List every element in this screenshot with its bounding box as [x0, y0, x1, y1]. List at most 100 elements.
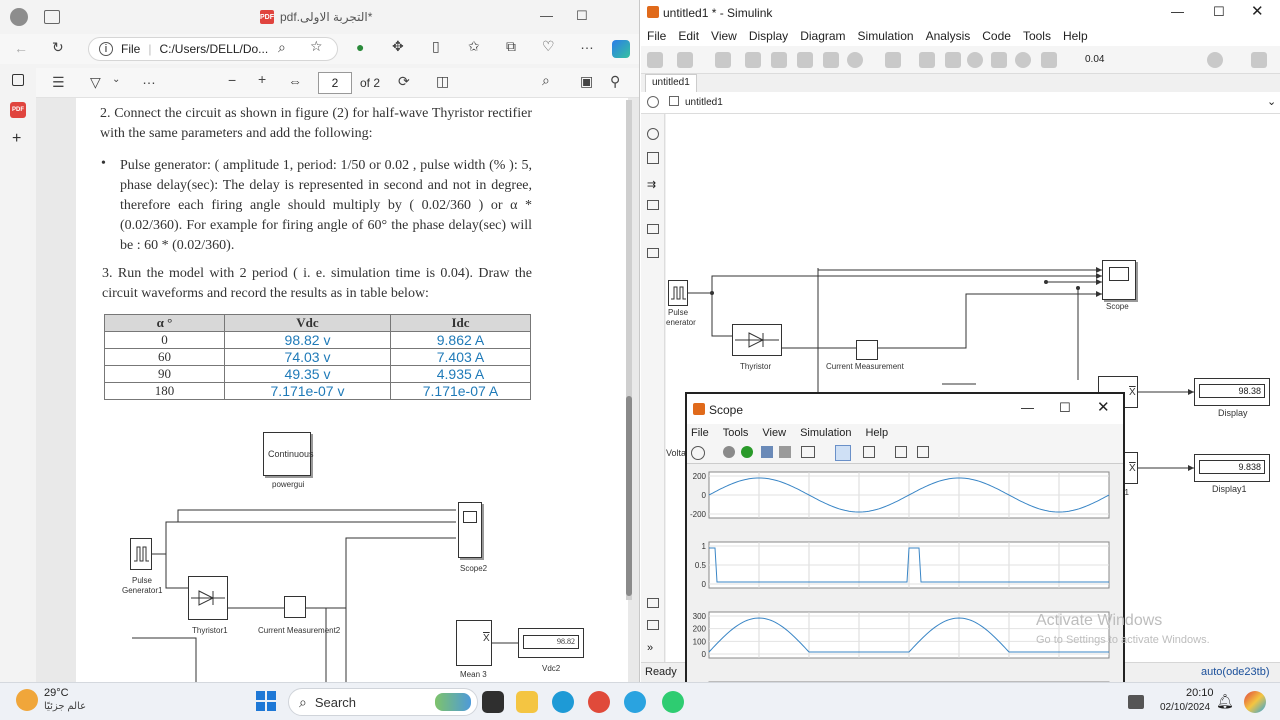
chrome-icon[interactable]: [588, 691, 610, 713]
new-tab-icon[interactable]: +: [12, 130, 21, 148]
sim-close-button[interactable]: ✕: [1251, 2, 1264, 20]
scope-run-icon[interactable]: [741, 446, 753, 458]
model-explorer-icon[interactable]: [885, 52, 901, 68]
sidebar-toggle-icon[interactable]: [12, 74, 24, 86]
sim-maximize-button[interactable]: ☐: [1213, 4, 1225, 20]
stop-time-field[interactable]: 0.04: [1085, 54, 1104, 65]
tray-icon[interactable]: [1128, 695, 1144, 709]
scope-step-forward-icon[interactable]: [761, 446, 773, 458]
favorites-icon[interactable]: ✩: [468, 38, 480, 55]
pin-icon[interactable]: ⚲: [610, 73, 620, 90]
find-icon[interactable]: ⌕: [542, 72, 550, 89]
puzzle-icon[interactable]: ✥: [392, 38, 404, 55]
fit-page-icon[interactable]: ⇔: [288, 73, 302, 89]
menu-file[interactable]: File: [647, 29, 666, 43]
scope-menu-tools[interactable]: Tools: [723, 427, 749, 439]
menu-tools[interactable]: Tools: [1023, 29, 1051, 43]
run-icon[interactable]: [967, 52, 983, 68]
stop-icon[interactable]: [1015, 52, 1031, 68]
chevron-down-icon[interactable]: ⌄: [112, 74, 120, 85]
scope-autoscale-icon[interactable]: [863, 446, 875, 458]
scope-menu-help[interactable]: Help: [865, 427, 888, 439]
weather-temp[interactable]: 29°C: [44, 687, 69, 699]
grid-icon[interactable]: [1251, 52, 1267, 68]
file-explorer-icon[interactable]: [516, 691, 538, 713]
scope-zoom-icon[interactable]: [835, 445, 851, 461]
scope-menu-view[interactable]: View: [762, 427, 786, 439]
notification-bell-icon[interactable]: 🔔︎: [1216, 693, 1234, 710]
clock-date[interactable]: 02/10/2024: [1160, 702, 1210, 713]
new-model-icon[interactable]: [647, 52, 663, 68]
model-advisor-icon[interactable]: [1207, 52, 1223, 68]
copilot-icon[interactable]: [612, 40, 630, 58]
collections-icon[interactable]: ⧉: [506, 38, 516, 55]
save-icon[interactable]: [715, 52, 731, 68]
hide-explorer-icon[interactable]: [647, 96, 659, 108]
menu-code[interactable]: Code: [982, 29, 1011, 43]
menu-simulation[interactable]: Simulation: [858, 29, 914, 43]
fit-view-icon[interactable]: [647, 152, 659, 164]
menu-edit[interactable]: Edit: [678, 29, 699, 43]
zoom-icon[interactable]: ⌕: [278, 39, 286, 56]
open-icon[interactable]: [677, 52, 693, 68]
taskbar-search[interactable]: ⌕ Search: [288, 688, 478, 716]
scope-menu-file[interactable]: File: [691, 427, 709, 439]
page-view-icon[interactable]: ◫: [436, 73, 449, 90]
scope-minimize-button[interactable]: —: [1021, 400, 1034, 415]
highlight-icon[interactable]: ▽: [90, 74, 101, 91]
annotation-icon[interactable]: [647, 200, 659, 210]
breadcrumb-model[interactable]: untitled1: [685, 97, 723, 108]
menu-help[interactable]: Help: [1063, 29, 1088, 43]
back-icon[interactable]: ←: [14, 40, 28, 56]
step-back2-icon[interactable]: [945, 52, 961, 68]
split-screen-icon[interactable]: ▯: [432, 38, 440, 55]
profile-avatar[interactable]: [10, 8, 28, 26]
chevron-down-icon[interactable]: ⌄: [1267, 95, 1276, 108]
minimize-button[interactable]: —: [540, 8, 553, 23]
step-back-icon[interactable]: [919, 52, 935, 68]
arrow-icon[interactable]: ⇉: [647, 178, 656, 191]
settings-gear-icon[interactable]: [847, 52, 863, 68]
scope-menu-simulation[interactable]: Simulation: [800, 427, 851, 439]
scope-maximize-button[interactable]: ☐: [1059, 400, 1071, 416]
zoom-in-button[interactable]: +: [258, 71, 266, 87]
library-icon[interactable]: [823, 52, 839, 68]
page-number-input[interactable]: 2: [318, 72, 352, 94]
up-arrow-icon[interactable]: [797, 52, 813, 68]
edge-icon[interactable]: [552, 691, 574, 713]
scope-close-button[interactable]: ✕: [1097, 398, 1110, 416]
clock-time[interactable]: 20:10: [1186, 687, 1214, 699]
model-tab[interactable]: untitled1: [645, 74, 697, 92]
scope-step-back-icon[interactable]: [723, 446, 735, 458]
scope-settings-icon[interactable]: [691, 446, 705, 460]
contents-icon[interactable]: ☰: [52, 74, 65, 91]
telegram-icon[interactable]: [624, 691, 646, 713]
scope-cursor-icon[interactable]: [917, 446, 929, 458]
rotate-icon[interactable]: ⟳: [398, 73, 410, 90]
zoom-in-icon[interactable]: [647, 128, 659, 140]
copilot-taskbar-icon[interactable]: [1244, 691, 1266, 713]
extension-icon[interactable]: ●: [356, 39, 364, 55]
refresh-icon[interactable]: ↻: [52, 39, 64, 56]
whatsapp-icon[interactable]: [662, 691, 684, 713]
menu-analysis[interactable]: Analysis: [926, 29, 971, 43]
area-icon[interactable]: [647, 248, 659, 258]
scope-triggers-icon[interactable]: [895, 446, 907, 458]
maximize-button[interactable]: ☐: [576, 8, 588, 24]
save-icon[interactable]: ▣: [580, 73, 593, 90]
scrollbar-thumb[interactable]: [626, 396, 632, 596]
browser-essentials-icon[interactable]: ♡: [542, 38, 555, 55]
more-icon[interactable]: …: [580, 36, 594, 52]
weather-text[interactable]: عالم جزئيًا: [44, 701, 86, 712]
expand-icon[interactable]: »: [647, 642, 653, 654]
status-solver[interactable]: auto(ode23tb): [1201, 666, 1270, 678]
pdf-scrollbar[interactable]: [626, 100, 632, 600]
weather-icon[interactable]: [16, 689, 38, 711]
step-forward-icon[interactable]: [991, 52, 1007, 68]
scope-stop-icon[interactable]: [779, 446, 791, 458]
screenshot-icon[interactable]: [647, 620, 659, 630]
menu-display[interactable]: Display: [749, 29, 788, 43]
start-windows-icon[interactable]: [256, 691, 276, 711]
back-arrow-icon[interactable]: [745, 52, 761, 68]
favorite-star-icon[interactable]: ☆: [310, 38, 323, 55]
